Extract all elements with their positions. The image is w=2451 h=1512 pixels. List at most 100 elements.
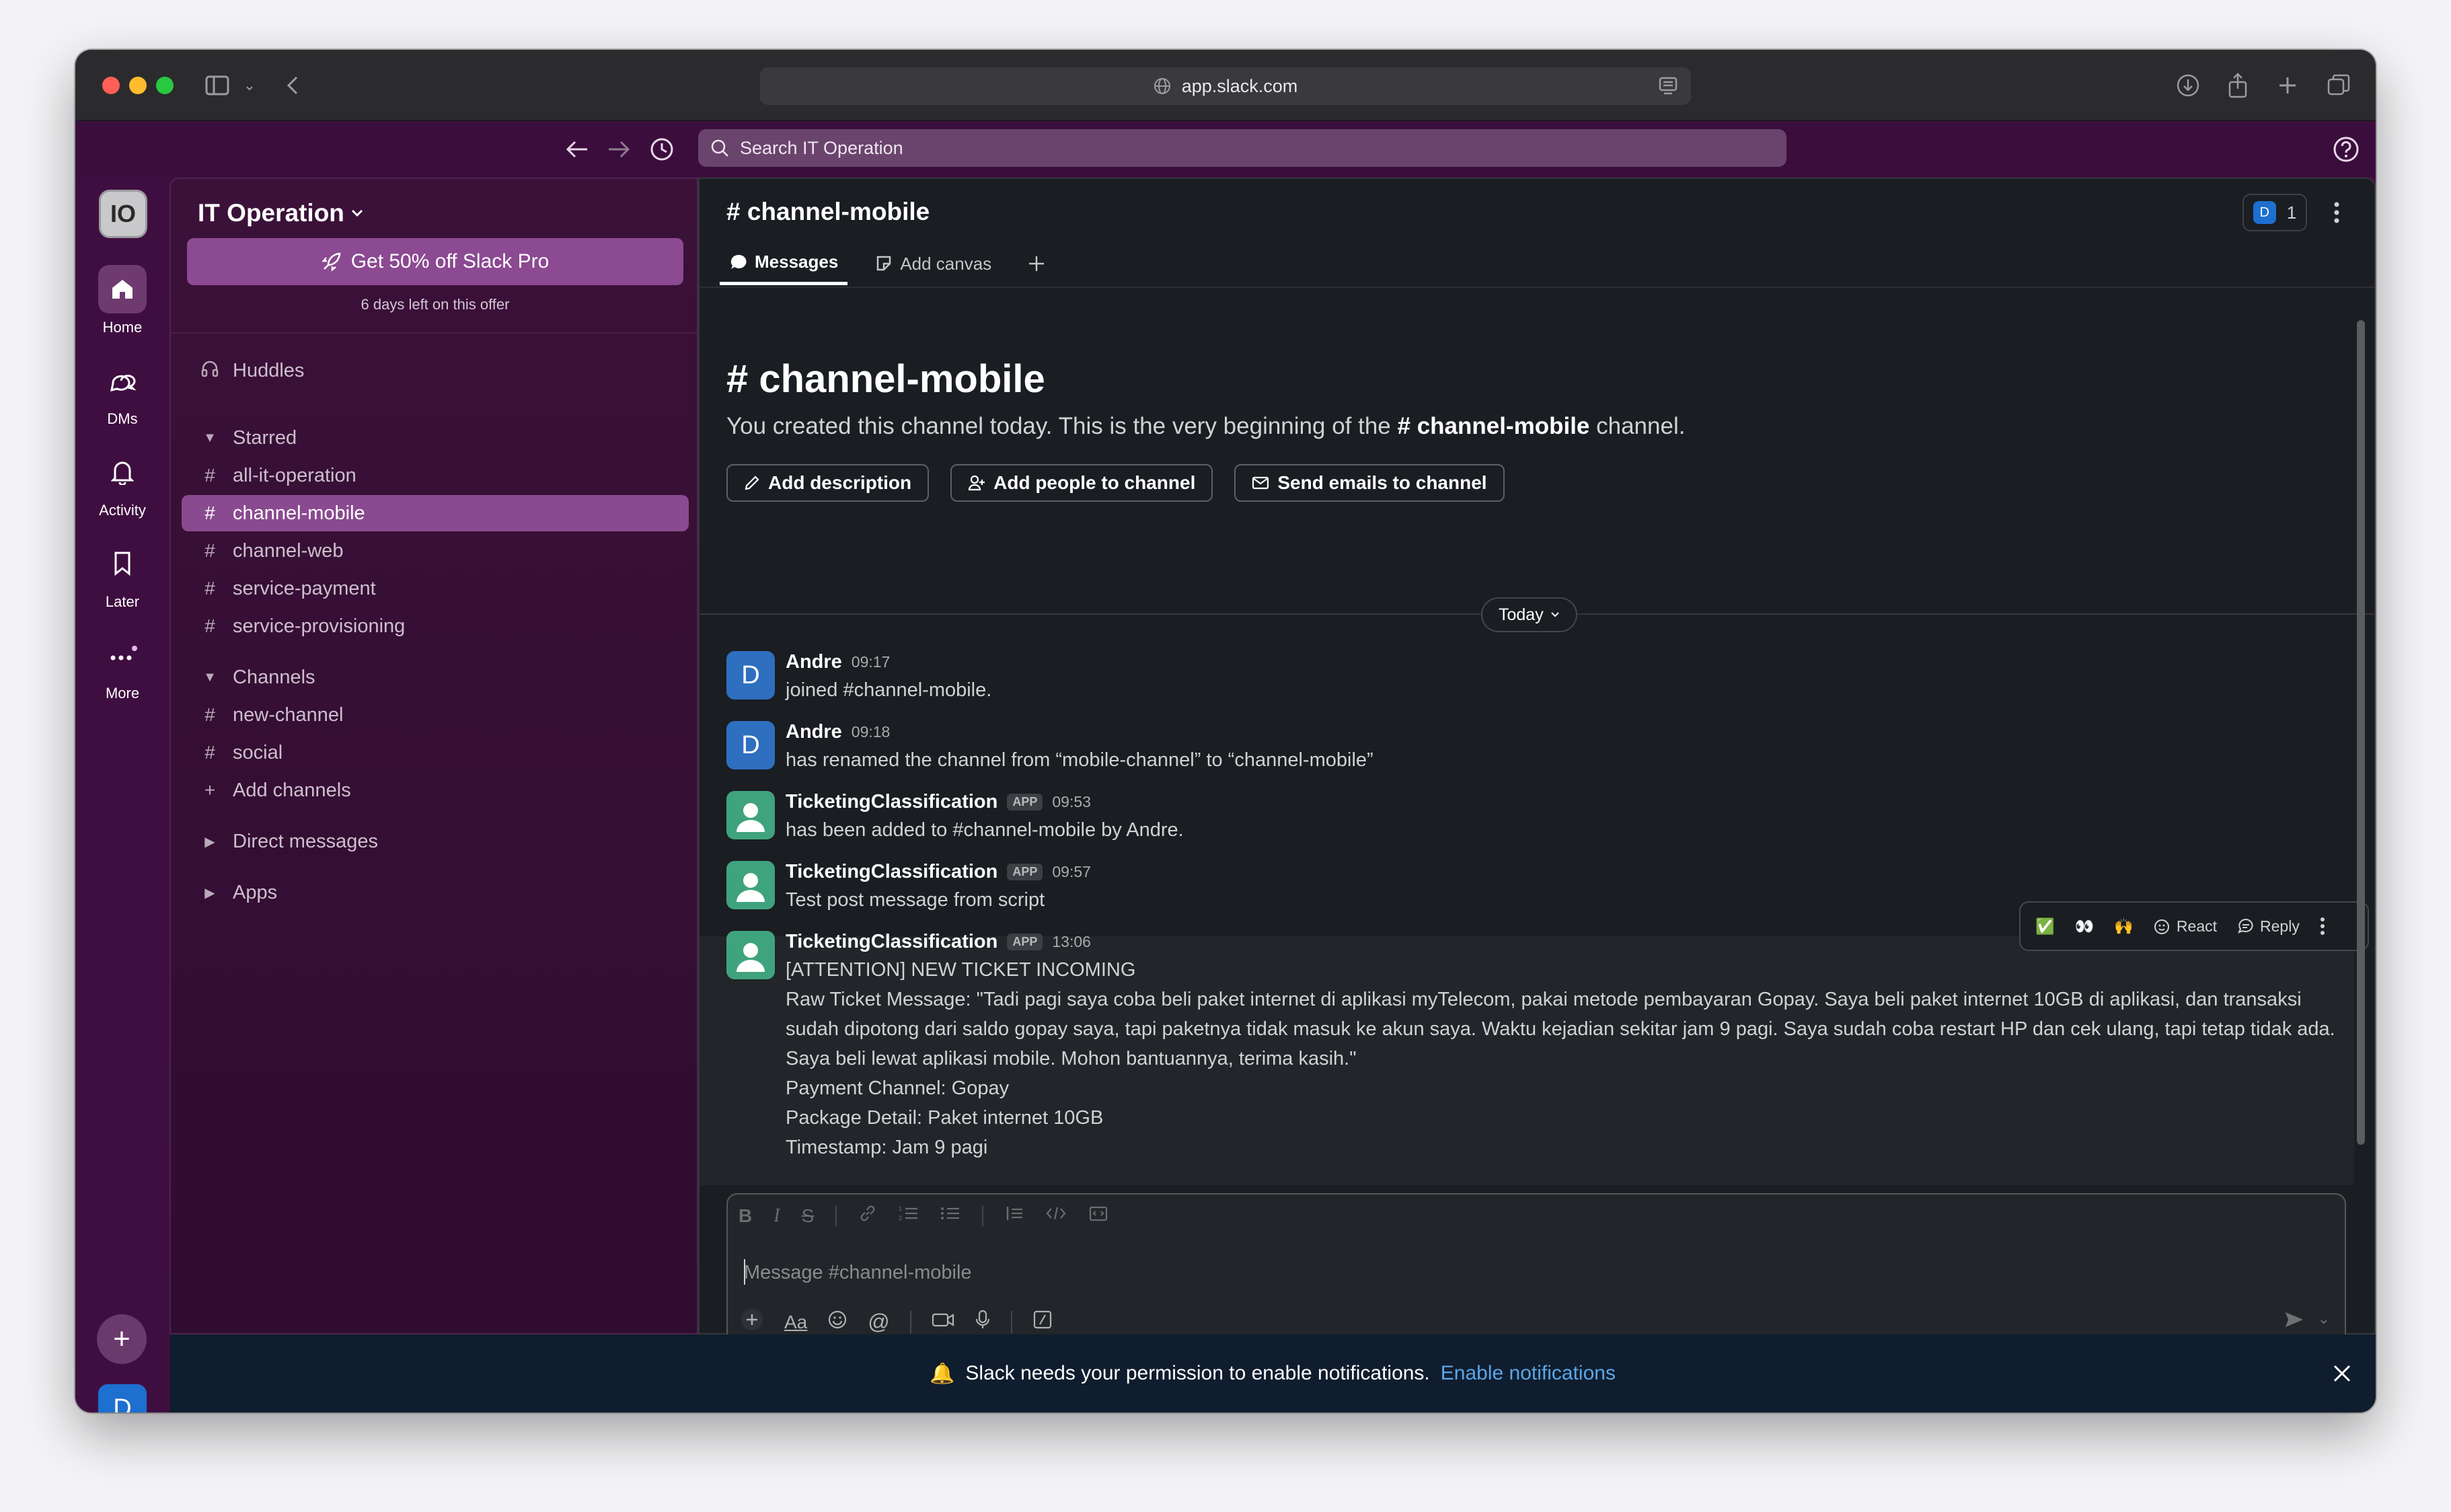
microphone-icon[interactable] (975, 1310, 991, 1334)
shortcuts-icon[interactable] (1032, 1310, 1053, 1334)
sidebar-item-channel-mobile[interactable]: # channel-mobile (182, 495, 689, 531)
channel-menu-icon[interactable] (2323, 199, 2350, 226)
message-item[interactable]: D Andre 09:17 joined #channel-mobile. (726, 648, 2354, 710)
back-icon[interactable] (277, 70, 308, 101)
italic-icon[interactable]: I (774, 1205, 780, 1227)
code-block-icon[interactable] (1088, 1204, 1108, 1227)
sender-name[interactable]: TicketingClassification (786, 931, 997, 953)
address-bar[interactable]: app.slack.com (760, 67, 1691, 105)
sender-avatar[interactable]: D (726, 721, 775, 769)
minimize-window-button[interactable] (129, 77, 147, 94)
message-item[interactable]: D Andre 09:18 has renamed the channel fr… (726, 718, 2354, 780)
message-timestamp[interactable]: 09:57 (1052, 863, 1091, 881)
more-dots-icon (98, 631, 147, 679)
emoji-eyes-button[interactable]: 👀 (2070, 910, 2100, 942)
sender-name[interactable]: Andre (786, 651, 842, 673)
send-emails-button[interactable]: Send emails to channel (1234, 464, 1505, 502)
format-text-button[interactable]: Aa (784, 1312, 807, 1333)
emoji-raised-hands-button[interactable]: 🙌 (2109, 910, 2139, 942)
history-back-icon[interactable] (562, 135, 592, 164)
share-icon[interactable] (2222, 70, 2253, 101)
send-icon[interactable] (2284, 1310, 2304, 1334)
message-item[interactable]: TicketingClassification APP 09:53 has be… (726, 788, 2354, 850)
app-avatar[interactable] (726, 791, 775, 839)
bold-icon[interactable]: B (739, 1205, 752, 1227)
blockquote-icon[interactable] (1005, 1204, 1024, 1227)
code-icon[interactable] (1045, 1204, 1067, 1227)
zoom-window-button[interactable] (156, 77, 174, 94)
tab-add-canvas[interactable]: Add canvas (865, 242, 1001, 285)
sender-name[interactable]: Andre (786, 721, 842, 743)
tab-overview-icon[interactable] (2323, 70, 2354, 101)
emoji-icon[interactable] (827, 1310, 847, 1334)
more-actions-icon[interactable] (2314, 910, 2331, 942)
video-clip-icon[interactable] (932, 1310, 954, 1334)
close-window-button[interactable] (102, 77, 120, 94)
help-icon[interactable] (2333, 136, 2360, 163)
message-item[interactable]: TicketingClassification APP 13:06 [ATTEN… (726, 928, 2354, 1170)
emoji-check-button[interactable]: ✅ (2030, 910, 2060, 942)
ordered-list-icon[interactable]: 12 (899, 1204, 919, 1227)
history-forward-icon[interactable] (604, 135, 634, 164)
sender-avatar[interactable]: D (726, 651, 775, 700)
intro-channel-link[interactable]: # channel-mobile (1398, 413, 1590, 439)
strikethrough-icon[interactable]: S (802, 1205, 815, 1227)
sidebar-item-all-it-operation[interactable]: # all-it-operation (182, 457, 689, 494)
app-avatar[interactable] (726, 861, 775, 909)
channel-title[interactable]: # channel-mobile (726, 198, 930, 226)
user-avatar[interactable]: D (98, 1384, 147, 1412)
section-apps[interactable]: ▶ Apps (182, 874, 689, 911)
section-starred[interactable]: ▼ Starred (182, 420, 689, 456)
rail-home[interactable]: Home (75, 265, 169, 336)
sender-name[interactable]: TicketingClassification (786, 861, 997, 883)
chevron-down-icon[interactable]: ⌄ (234, 70, 265, 101)
bulleted-list-icon[interactable] (940, 1204, 960, 1227)
reply-button[interactable]: Reply (2232, 910, 2305, 942)
sender-name[interactable]: TicketingClassification (786, 791, 997, 813)
add-workspace-button[interactable]: + (97, 1314, 147, 1364)
rail-dms[interactable]: DMs (75, 356, 169, 428)
link-icon[interactable] (858, 1204, 877, 1227)
sidebar-item-social[interactable]: # social (182, 734, 689, 771)
message-timestamp[interactable]: 13:06 (1052, 933, 1091, 951)
message-composer[interactable]: B I S 12 Message #channel-mobile Aa @ ⌄ (726, 1193, 2346, 1352)
rail-activity[interactable]: Activity (75, 448, 169, 519)
upgrade-promo-button[interactable]: Get 50% off Slack Pro (187, 238, 683, 285)
attach-plus-icon[interactable] (740, 1308, 764, 1336)
section-direct-messages[interactable]: ▶ Direct messages (182, 823, 689, 860)
add-channels-button[interactable]: + Add channels (182, 772, 689, 808)
section-channels[interactable]: ▼ Channels (182, 659, 689, 695)
sidebar-toggle-icon[interactable] (202, 70, 233, 101)
react-button[interactable]: React (2148, 910, 2222, 942)
download-icon[interactable] (2173, 70, 2203, 101)
search-input[interactable]: Search IT Operation (698, 129, 1786, 167)
app-avatar[interactable] (726, 931, 775, 979)
message-scrollbar[interactable] (2357, 320, 2365, 1145)
tab-messages[interactable]: Messages (720, 242, 848, 285)
close-icon[interactable] (2329, 1360, 2355, 1387)
workspace-name-button[interactable]: IT Operation (198, 199, 363, 227)
day-divider-button[interactable]: Today (1481, 597, 1577, 632)
sidebar-item-huddles[interactable]: Huddles (182, 352, 689, 389)
sidebar-item-service-provisioning[interactable]: # service-provisioning (182, 608, 689, 644)
sidebar-item-new-channel[interactable]: # new-channel (182, 697, 689, 733)
workspace-switcher[interactable]: IO (99, 190, 147, 238)
schedule-send-chevron-icon[interactable]: ⌄ (2318, 1310, 2330, 1328)
new-tab-icon[interactable] (2272, 70, 2303, 101)
reader-mode-icon[interactable] (1657, 75, 1679, 97)
message-timestamp[interactable]: 09:17 (852, 653, 891, 671)
add-description-button[interactable]: Add description (726, 464, 930, 502)
members-button[interactable]: D 1 (2242, 194, 2307, 231)
message-input[interactable]: Message #channel-mobile (744, 1262, 972, 1284)
message-timestamp[interactable]: 09:18 (852, 723, 891, 741)
sidebar-item-channel-web[interactable]: # channel-web (182, 533, 689, 569)
history-clock-icon[interactable] (647, 135, 677, 164)
add-tab-button[interactable] (1018, 242, 1055, 285)
add-people-button[interactable]: Add people to channel (950, 464, 1213, 502)
enable-notifications-link[interactable]: Enable notifications (1441, 1362, 1616, 1385)
message-timestamp[interactable]: 09:53 (1052, 793, 1091, 811)
rail-more[interactable]: More (75, 631, 169, 702)
rail-later[interactable]: Later (75, 539, 169, 611)
mention-icon[interactable]: @ (868, 1310, 889, 1334)
sidebar-item-service-payment[interactable]: # service-payment (182, 570, 689, 607)
